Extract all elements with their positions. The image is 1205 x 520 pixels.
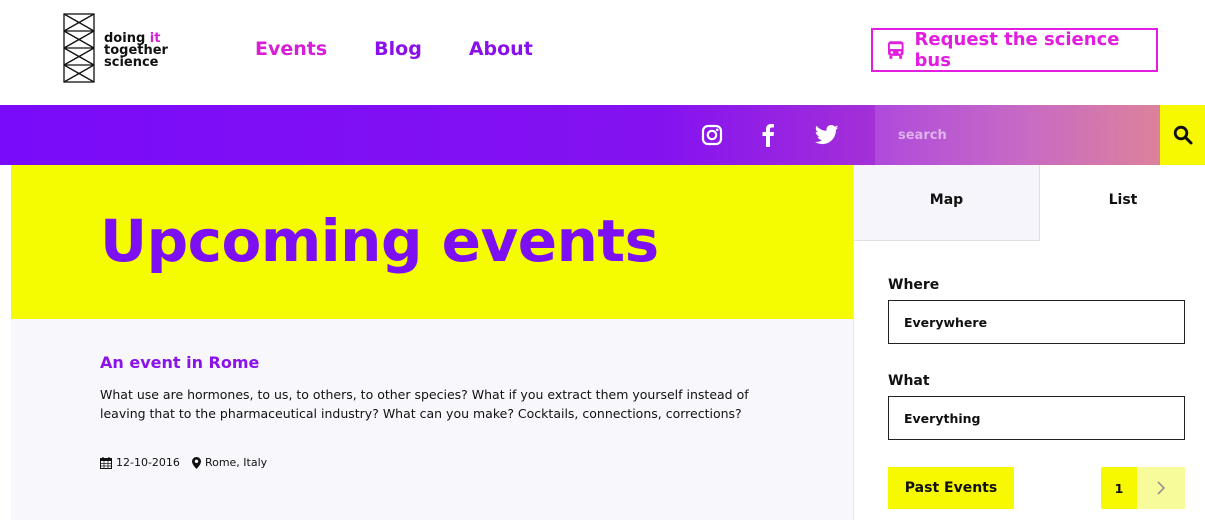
- where-label: Where: [888, 277, 940, 293]
- calendar-icon: [100, 456, 112, 469]
- nav-link-blog[interactable]: Blog: [374, 38, 422, 60]
- nav-link-events[interactable]: Events: [255, 38, 327, 60]
- search-icon: [1173, 125, 1192, 145]
- event-title-link[interactable]: An event in Rome: [100, 353, 259, 372]
- pagination-next-button[interactable]: [1137, 467, 1185, 509]
- site-logo[interactable]: doing it together science: [60, 12, 180, 84]
- search-box: [875, 105, 1160, 165]
- request-science-bus-label: Request the science bus: [914, 29, 1120, 71]
- event-location: Rome, Italy: [191, 456, 268, 469]
- page-title: Upcoming events: [100, 207, 659, 275]
- main-nav: Events Blog About: [255, 38, 533, 60]
- where-select[interactable]: Everywhere: [888, 300, 1185, 344]
- search-button[interactable]: [1160, 105, 1205, 165]
- tab-list[interactable]: List: [1040, 165, 1205, 241]
- event-description: What use are hormones, to us, to others,…: [100, 387, 749, 421]
- request-science-bus-button[interactable]: Request the science bus: [871, 28, 1158, 72]
- event-date-text: 12-10-2016: [116, 456, 180, 469]
- tab-map[interactable]: Map: [854, 165, 1040, 241]
- logo-line-3: science: [104, 55, 159, 70]
- filter-sidebar: Map List Where Everywhere What Everythin…: [853, 165, 1205, 520]
- twitter-icon[interactable]: [812, 105, 842, 165]
- event-meta: 12-10-2016 Rome, Italy: [100, 456, 279, 469]
- nav-link-about[interactable]: About: [469, 38, 533, 60]
- event-location-text: Rome, Italy: [204, 456, 268, 469]
- event-date: 12-10-2016: [100, 456, 180, 469]
- pagination-page-1[interactable]: 1: [1101, 467, 1137, 509]
- what-select[interactable]: Everything: [888, 396, 1185, 440]
- site-header: doing it together science Events Blog Ab…: [0, 0, 1205, 105]
- chevron-right-icon: [1157, 481, 1166, 495]
- bus-icon: [887, 41, 904, 59]
- facebook-icon[interactable]: [753, 105, 783, 165]
- event-card: An event in Rome What use are hormones, …: [11, 319, 853, 520]
- logo-text: doing it together science: [104, 32, 168, 70]
- instagram-icon[interactable]: [697, 105, 727, 165]
- past-events-button[interactable]: Past Events: [888, 467, 1014, 509]
- what-label: What: [888, 373, 930, 389]
- hero-banner: Upcoming events: [11, 165, 853, 319]
- map-marker-icon: [191, 456, 201, 469]
- logo-lattice-icon: [63, 13, 95, 83]
- search-input[interactable]: [875, 105, 1160, 165]
- social-search-bar: [0, 105, 1205, 165]
